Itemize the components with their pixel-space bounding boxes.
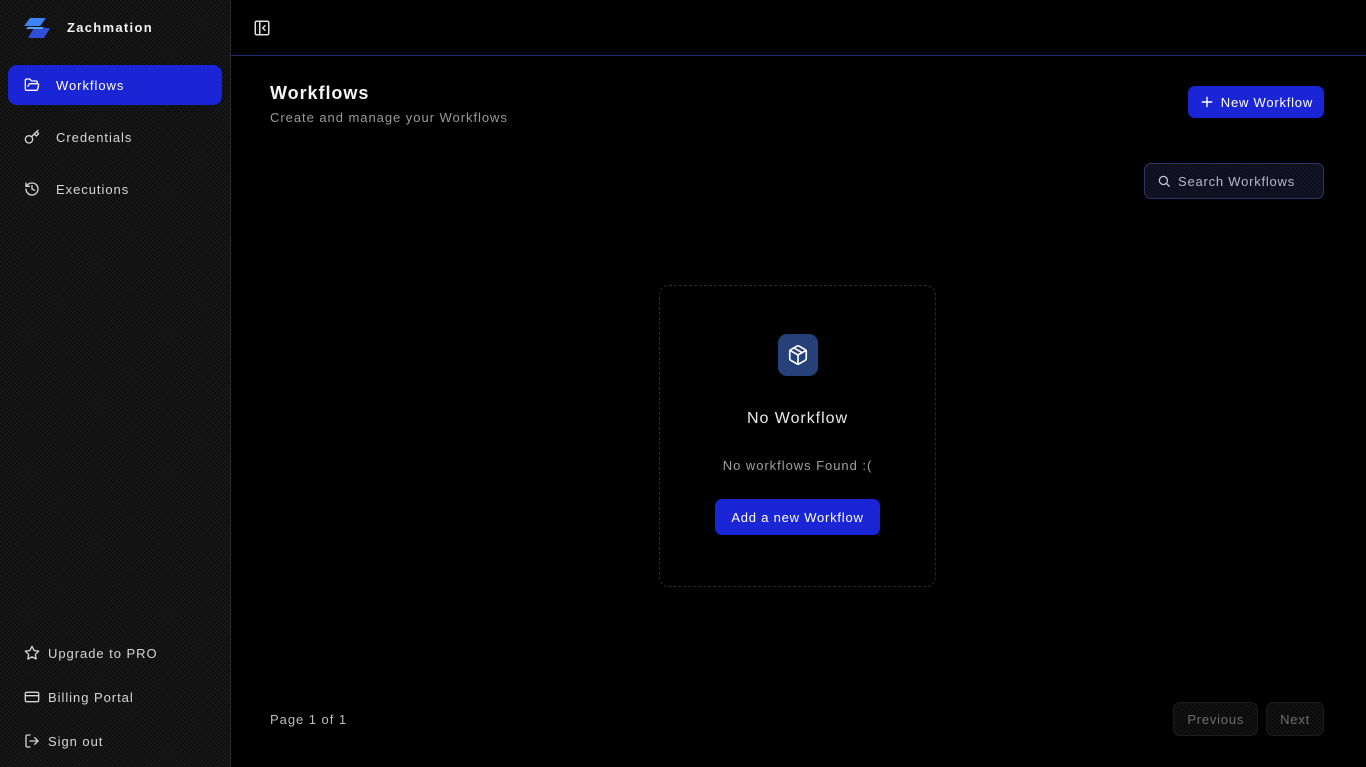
- empty-state-card: No Workflow No workflows Found :( Add a …: [659, 285, 936, 587]
- pagination: Page 1 of 1 Previous Next: [270, 702, 1324, 736]
- page-info: Page 1 of 1: [270, 711, 348, 727]
- star-icon: [24, 645, 40, 661]
- sidebar-item-executions[interactable]: Executions: [8, 169, 222, 209]
- empty-state-message: No workflows Found :(: [722, 458, 873, 473]
- search-input[interactable]: [1178, 173, 1318, 189]
- key-icon: [24, 129, 40, 145]
- credit-card-icon: [24, 689, 40, 705]
- pager-buttons: Previous Next: [1165, 702, 1324, 736]
- history-icon: [24, 181, 40, 197]
- sidebar-item-workflows[interactable]: Workflows: [8, 65, 222, 105]
- sidebar-bottom-nav: Upgrade to PRO Billing Portal Sign out: [0, 631, 230, 767]
- topbar: [231, 0, 1366, 56]
- new-workflow-button[interactable]: New Workflow: [1187, 86, 1324, 118]
- workflows-content: Workflows Create and manage your Workflo…: [231, 56, 1366, 736]
- sign-out-link[interactable]: Sign out: [0, 719, 230, 763]
- sidebar-nav: Workflows Credentials Executions: [0, 55, 230, 209]
- search-row: [270, 163, 1324, 199]
- add-workflow-button[interactable]: Add a new Workflow: [715, 499, 880, 535]
- sidebar-item-label: Executions: [56, 181, 130, 197]
- sidebar: Zachmation Workflows Credentials Executi…: [0, 0, 231, 767]
- page-header: Workflows Create and manage your Workflo…: [270, 56, 1324, 125]
- new-workflow-label: New Workflow: [1220, 94, 1313, 110]
- plus-icon: [1200, 95, 1214, 109]
- billing-portal-label: Billing Portal: [48, 689, 134, 705]
- sidebar-item-credentials[interactable]: Credentials: [8, 117, 222, 157]
- search-icon: [1157, 174, 1171, 188]
- previous-button[interactable]: Previous: [1173, 702, 1259, 736]
- sign-out-label: Sign out: [48, 733, 104, 749]
- next-button[interactable]: Next: [1266, 702, 1324, 736]
- search-box[interactable]: [1144, 163, 1324, 199]
- app-name: Zachmation: [67, 20, 153, 35]
- page-subtitle: Create and manage your Workflows: [270, 110, 508, 125]
- main-panel: Workflows Create and manage your Workflo…: [231, 0, 1366, 767]
- zachmation-logo-icon: [24, 17, 50, 38]
- upgrade-pro-link[interactable]: Upgrade to PRO: [0, 631, 230, 675]
- sidebar-item-label: Workflows: [56, 77, 125, 93]
- page-title: Workflows: [270, 83, 370, 103]
- brand[interactable]: Zachmation: [0, 0, 230, 55]
- log-out-icon: [24, 733, 40, 749]
- folder-open-icon: [24, 77, 40, 93]
- upgrade-pro-label: Upgrade to PRO: [48, 645, 158, 661]
- package-icon: [777, 334, 818, 376]
- sidebar-toggle-icon[interactable]: [253, 19, 271, 37]
- billing-portal-link[interactable]: Billing Portal: [0, 675, 230, 719]
- sidebar-item-label: Credentials: [56, 129, 133, 145]
- empty-state-title: No Workflow: [747, 410, 848, 427]
- app-root: Zachmation Workflows Credentials Executi…: [0, 0, 1366, 767]
